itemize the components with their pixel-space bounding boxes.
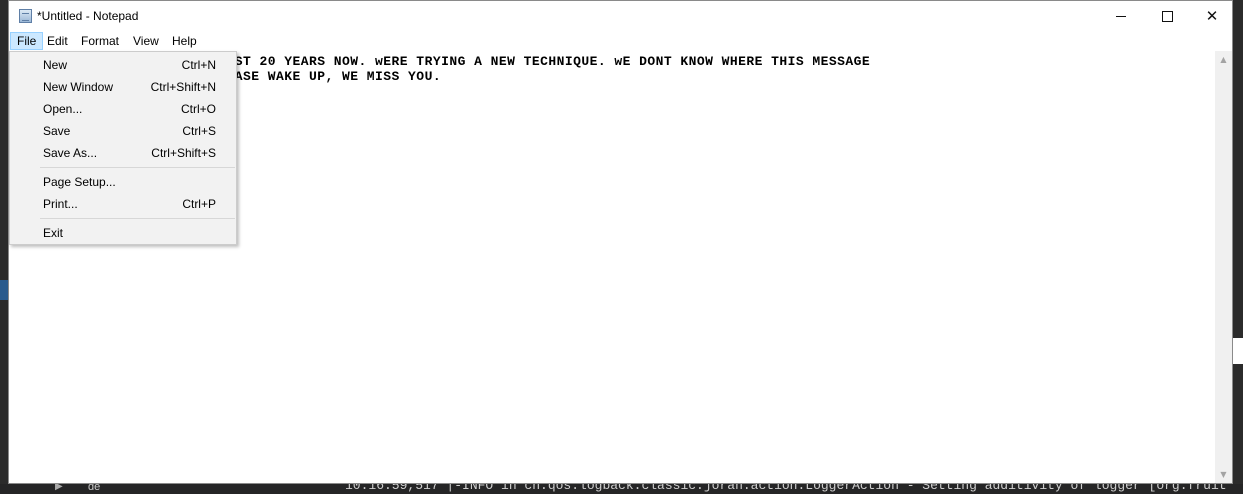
- file-menu-new-window[interactable]: New Window Ctrl+Shift+N: [10, 76, 236, 98]
- menu-edit[interactable]: Edit: [41, 32, 74, 50]
- menu-bar: File Edit Format View Help: [9, 31, 1232, 51]
- notepad-icon[interactable]: [19, 9, 32, 23]
- menu-item-shortcut: Ctrl+S: [182, 124, 216, 138]
- background-tree-label: de: [88, 484, 101, 493]
- file-menu-dropdown: New Ctrl+N New Window Ctrl+Shift+N Open.…: [9, 51, 237, 245]
- menu-help[interactable]: Help: [166, 32, 203, 50]
- background-log-line: 10:16:59,517 |-INFO in ch.qos.logback.cl…: [345, 484, 1227, 493]
- menu-item-label: New Window: [43, 80, 114, 94]
- vertical-scrollbar[interactable]: ▲ ▼: [1215, 51, 1232, 483]
- menu-item-shortcut: Ctrl+P: [182, 197, 216, 211]
- menu-format[interactable]: Format: [75, 32, 125, 50]
- title-bar[interactable]: *Untitled - Notepad ✕: [9, 1, 1232, 31]
- file-menu-exit[interactable]: Exit: [10, 222, 236, 244]
- menu-item-shortcut: Ctrl+Shift+S: [151, 146, 216, 160]
- maximize-icon: [1161, 10, 1173, 22]
- background-right-strip: [1233, 0, 1243, 494]
- menu-item-label: Save As...: [43, 146, 98, 160]
- menu-item-label: Open...: [43, 102, 83, 116]
- file-menu-print[interactable]: Print... Ctrl+P: [10, 193, 236, 215]
- background-right-segment: [1233, 338, 1243, 364]
- menu-separator: [40, 167, 235, 168]
- close-button[interactable]: ✕: [1189, 1, 1235, 31]
- file-menu-open[interactable]: Open... Ctrl+O: [10, 98, 236, 120]
- menu-item-label: Save: [43, 124, 71, 138]
- menu-separator: [40, 218, 235, 219]
- tree-expand-arrow-icon: ▶: [55, 484, 63, 492]
- minimize-button[interactable]: [1098, 1, 1144, 31]
- menu-view[interactable]: View: [127, 32, 165, 50]
- maximize-button[interactable]: [1144, 1, 1190, 31]
- scroll-down-arrow-icon[interactable]: ▼: [1215, 466, 1232, 483]
- file-menu-new[interactable]: New Ctrl+N: [10, 54, 236, 76]
- menu-item-label: Print...: [43, 197, 78, 211]
- minimize-icon: [1116, 15, 1126, 17]
- menu-file[interactable]: File: [10, 32, 44, 50]
- close-icon: ✕: [1205, 7, 1219, 25]
- file-menu-page-setup[interactable]: Page Setup...: [10, 171, 236, 193]
- menu-item-shortcut: Ctrl+Shift+N: [150, 80, 216, 94]
- file-menu-save-as[interactable]: Save As... Ctrl+Shift+S: [10, 142, 236, 164]
- menu-item-label: Page Setup...: [43, 175, 116, 189]
- scroll-up-arrow-icon[interactable]: ▲: [1215, 51, 1232, 68]
- menu-item-label: New: [43, 58, 68, 72]
- file-menu-save[interactable]: Save Ctrl+S: [10, 120, 236, 142]
- window-title: *Untitled - Notepad: [37, 9, 139, 23]
- menu-item-shortcut: Ctrl+N: [181, 58, 216, 72]
- background-blue-marker: [0, 280, 8, 300]
- background-console-strip: ▶ de 10:16:59,517 |-INFO in ch.qos.logba…: [0, 484, 1243, 494]
- menu-item-shortcut: Ctrl+O: [180, 102, 216, 116]
- menu-item-label: Exit: [43, 226, 64, 240]
